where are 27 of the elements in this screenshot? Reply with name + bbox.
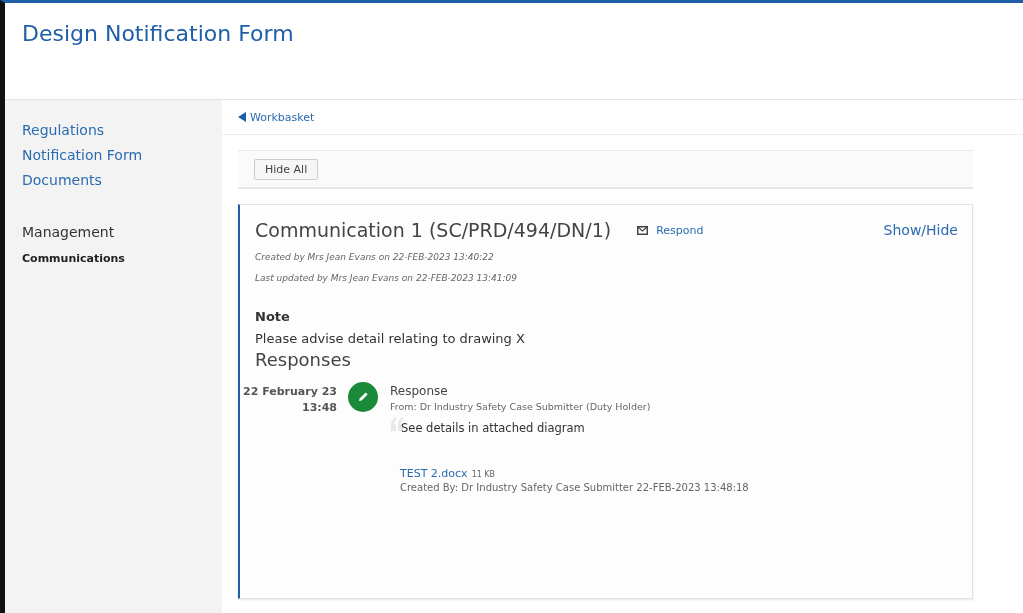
file-size: 11 KB — [471, 470, 496, 479]
created-info: Created by Mrs Jean Evans on 22-FEB-2023 13:40:22 — [255, 252, 495, 262]
sidebar-link[interactable]: Documents — [22, 172, 222, 188]
show-hide-link[interactable]: Show/Hide — [883, 222, 958, 238]
sidebar-link[interactable]: Communications — [22, 252, 222, 265]
pencil-icon — [348, 382, 378, 412]
hide-all-button[interactable]: Hide All — [254, 158, 319, 180]
page-title: Design Notification Form — [22, 21, 295, 46]
response-time: 13:48 — [301, 400, 337, 416]
back-link[interactable]: Workbasket — [238, 110, 315, 124]
response-title: Response — [390, 384, 449, 398]
sidebar-link[interactable]: Notification Form — [22, 147, 222, 163]
sidebar-link[interactable]: Regulations — [22, 122, 222, 138]
response-text: See details in attached diagram — [401, 421, 585, 435]
envelope-icon — [637, 225, 649, 235]
communication-title: Communication 1 (SC/PRD/494/DN/1) — [255, 219, 612, 241]
respond-link[interactable]: Respond — [637, 223, 704, 237]
responses-heading: Responses — [255, 349, 352, 370]
updated-info: Last updated by Mrs Jean Evans on 22-FEB-2023 13:41:09 — [255, 273, 518, 283]
response-date: 22 February 23 — [242, 384, 337, 400]
attachment-link[interactable]: TEST 2.docx — [400, 467, 468, 480]
back-arrow-icon — [238, 112, 246, 122]
section-heading: Management — [22, 224, 116, 240]
note-heading: Note — [255, 309, 291, 324]
note-text: Please advise detail relating to drawing X — [255, 331, 526, 346]
attachment-info: Created By: Dr Industry Safety Case Submitter 22-FEB-2023 13:48:18 — [400, 482, 749, 493]
response-sender: From: Dr Industry Safety Case Submitter (Duty Holder) — [390, 401, 652, 412]
